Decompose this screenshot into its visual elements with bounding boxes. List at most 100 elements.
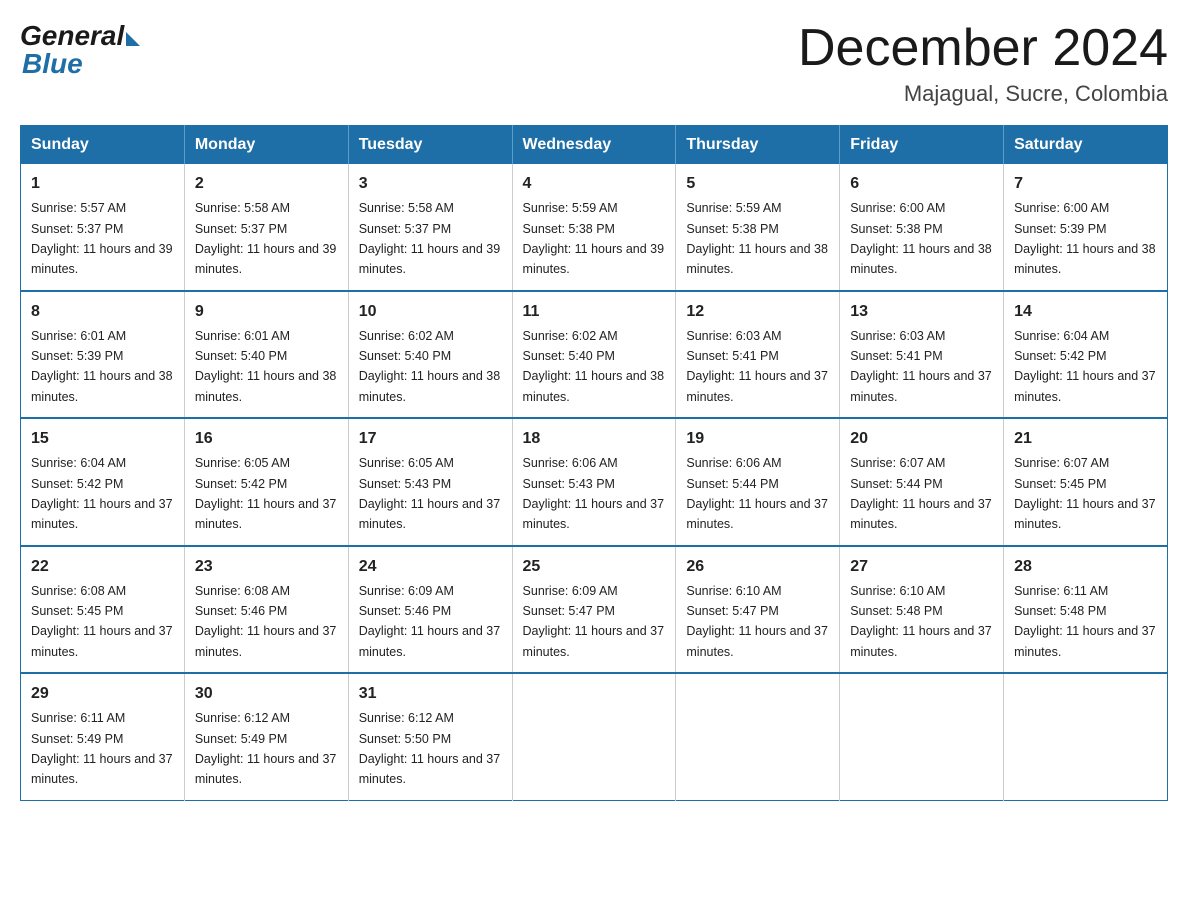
day-info: Sunrise: 6:09 AMSunset: 5:47 PMDaylight:… <box>523 584 665 659</box>
day-number: 22 <box>31 555 174 579</box>
calendar-cell: 10 Sunrise: 6:02 AMSunset: 5:40 PMDayligh… <box>348 291 512 419</box>
day-number: 23 <box>195 555 338 579</box>
day-info: Sunrise: 6:04 AMSunset: 5:42 PMDaylight:… <box>31 456 173 531</box>
day-number: 6 <box>850 172 993 196</box>
day-number: 11 <box>523 300 666 324</box>
day-info: Sunrise: 6:12 AMSunset: 5:50 PMDaylight:… <box>359 711 501 786</box>
header-saturday: Saturday <box>1004 126 1168 165</box>
day-number: 10 <box>359 300 502 324</box>
day-number: 16 <box>195 427 338 451</box>
day-number: 24 <box>359 555 502 579</box>
day-info: Sunrise: 5:57 AMSunset: 5:37 PMDaylight:… <box>31 201 173 276</box>
calendar-cell: 14Sunrise: 6:04 AMSunset: 5:42 PMDayligh… <box>1004 291 1168 419</box>
day-info: Sunrise: 6:02 AMSunset: 5:40 PMDaylight:… <box>359 329 501 404</box>
calendar-cell: 25 Sunrise: 6:09 AMSunset: 5:47 PMDayligh… <box>512 546 676 674</box>
day-info: Sunrise: 6:00 AMSunset: 5:38 PMDaylight:… <box>850 201 992 276</box>
day-info: Sunrise: 6:06 AMSunset: 5:44 PMDaylight:… <box>686 456 828 531</box>
day-info: Sunrise: 6:01 AMSunset: 5:40 PMDaylight:… <box>195 329 337 404</box>
month-title: December 2024 <box>798 20 1168 77</box>
day-number: 17 <box>359 427 502 451</box>
day-info: Sunrise: 6:10 AMSunset: 5:47 PMDaylight:… <box>686 584 828 659</box>
day-info: Sunrise: 6:08 AMSunset: 5:46 PMDaylight:… <box>195 584 337 659</box>
calendar-cell: 19 Sunrise: 6:06 AMSunset: 5:44 PMDayligh… <box>676 418 840 546</box>
day-number: 7 <box>1014 172 1157 196</box>
logo-arrow-icon <box>126 32 140 46</box>
day-info: Sunrise: 6:07 AMSunset: 5:44 PMDaylight:… <box>850 456 992 531</box>
calendar-cell: 22Sunrise: 6:08 AMSunset: 5:45 PMDayligh… <box>21 546 185 674</box>
day-number: 4 <box>523 172 666 196</box>
calendar-cell: 17 Sunrise: 6:05 AMSunset: 5:43 PMDayligh… <box>348 418 512 546</box>
day-number: 26 <box>686 555 829 579</box>
logo: General Blue <box>20 20 140 80</box>
week-row-3: 15 Sunrise: 6:04 AMSunset: 5:42 PMDayligh… <box>21 418 1168 546</box>
day-info: Sunrise: 6:03 AMSunset: 5:41 PMDaylight:… <box>686 329 828 404</box>
calendar-cell: 4 Sunrise: 5:59 AMSunset: 5:38 PMDaylight… <box>512 164 676 291</box>
calendar-cell <box>1004 673 1168 800</box>
day-info: Sunrise: 6:09 AMSunset: 5:46 PMDaylight:… <box>359 584 501 659</box>
day-info: Sunrise: 6:05 AMSunset: 5:42 PMDaylight:… <box>195 456 337 531</box>
calendar-cell: 5 Sunrise: 5:59 AMSunset: 5:38 PMDaylight… <box>676 164 840 291</box>
calendar-cell: 15 Sunrise: 6:04 AMSunset: 5:42 PMDayligh… <box>21 418 185 546</box>
day-number: 3 <box>359 172 502 196</box>
header-friday: Friday <box>840 126 1004 165</box>
day-info: Sunrise: 6:00 AMSunset: 5:39 PMDaylight:… <box>1014 201 1156 276</box>
day-number: 1 <box>31 172 174 196</box>
header-thursday: Thursday <box>676 126 840 165</box>
calendar-cell: 21Sunrise: 6:07 AMSunset: 5:45 PMDayligh… <box>1004 418 1168 546</box>
day-info: Sunrise: 5:59 AMSunset: 5:38 PMDaylight:… <box>686 201 828 276</box>
calendar-cell <box>840 673 1004 800</box>
day-number: 20 <box>850 427 993 451</box>
day-number: 31 <box>359 682 502 706</box>
calendar-cell: 30 Sunrise: 6:12 AMSunset: 5:49 PMDayligh… <box>184 673 348 800</box>
day-info: Sunrise: 5:58 AMSunset: 5:37 PMDaylight:… <box>195 201 337 276</box>
day-number: 5 <box>686 172 829 196</box>
day-info: Sunrise: 5:58 AMSunset: 5:37 PMDaylight:… <box>359 201 501 276</box>
day-number: 15 <box>31 427 174 451</box>
header-wednesday: Wednesday <box>512 126 676 165</box>
day-number: 18 <box>523 427 666 451</box>
day-info: Sunrise: 6:12 AMSunset: 5:49 PMDaylight:… <box>195 711 337 786</box>
day-number: 25 <box>523 555 666 579</box>
header-row: SundayMondayTuesdayWednesdayThursdayFrid… <box>21 126 1168 165</box>
day-info: Sunrise: 6:11 AMSunset: 5:48 PMDaylight:… <box>1014 584 1156 659</box>
calendar-cell <box>512 673 676 800</box>
day-info: Sunrise: 6:03 AMSunset: 5:41 PMDaylight:… <box>850 329 992 404</box>
day-number: 30 <box>195 682 338 706</box>
day-info: Sunrise: 6:10 AMSunset: 5:48 PMDaylight:… <box>850 584 992 659</box>
day-info: Sunrise: 6:04 AMSunset: 5:42 PMDaylight:… <box>1014 329 1156 404</box>
calendar-cell: 31 Sunrise: 6:12 AMSunset: 5:50 PMDayligh… <box>348 673 512 800</box>
day-number: 8 <box>31 300 174 324</box>
title-area: December 2024 Majagual, Sucre, Colombia <box>798 20 1168 107</box>
day-number: 19 <box>686 427 829 451</box>
calendar-cell: 9Sunrise: 6:01 AMSunset: 5:40 PMDaylight… <box>184 291 348 419</box>
day-number: 13 <box>850 300 993 324</box>
calendar-cell: 3 Sunrise: 5:58 AMSunset: 5:37 PMDaylight… <box>348 164 512 291</box>
calendar-cell: 6 Sunrise: 6:00 AMSunset: 5:38 PMDaylight… <box>840 164 1004 291</box>
calendar-cell: 12 Sunrise: 6:03 AMSunset: 5:41 PMDayligh… <box>676 291 840 419</box>
calendar-cell: 8 Sunrise: 6:01 AMSunset: 5:39 PMDaylight… <box>21 291 185 419</box>
calendar-cell: 28Sunrise: 6:11 AMSunset: 5:48 PMDayligh… <box>1004 546 1168 674</box>
logo-blue-text: Blue <box>20 48 83 80</box>
day-number: 27 <box>850 555 993 579</box>
calendar-cell: 20 Sunrise: 6:07 AMSunset: 5:44 PMDayligh… <box>840 418 1004 546</box>
day-info: Sunrise: 6:01 AMSunset: 5:39 PMDaylight:… <box>31 329 173 404</box>
day-number: 29 <box>31 682 174 706</box>
calendar-cell: 7 Sunrise: 6:00 AMSunset: 5:39 PMDaylight… <box>1004 164 1168 291</box>
calendar-cell: 26 Sunrise: 6:10 AMSunset: 5:47 PMDayligh… <box>676 546 840 674</box>
day-info: Sunrise: 5:59 AMSunset: 5:38 PMDaylight:… <box>523 201 665 276</box>
day-number: 2 <box>195 172 338 196</box>
calendar-cell: 11Sunrise: 6:02 AMSunset: 5:40 PMDayligh… <box>512 291 676 419</box>
calendar-cell: 29 Sunrise: 6:11 AMSunset: 5:49 PMDayligh… <box>21 673 185 800</box>
day-info: Sunrise: 6:06 AMSunset: 5:43 PMDaylight:… <box>523 456 665 531</box>
day-info: Sunrise: 6:07 AMSunset: 5:45 PMDaylight:… <box>1014 456 1156 531</box>
calendar-cell: 2 Sunrise: 5:58 AMSunset: 5:37 PMDaylight… <box>184 164 348 291</box>
calendar-cell: 24 Sunrise: 6:09 AMSunset: 5:46 PMDayligh… <box>348 546 512 674</box>
day-info: Sunrise: 6:11 AMSunset: 5:49 PMDaylight:… <box>31 711 173 786</box>
calendar-cell: 23 Sunrise: 6:08 AMSunset: 5:46 PMDayligh… <box>184 546 348 674</box>
calendar-cell <box>676 673 840 800</box>
week-row-4: 22Sunrise: 6:08 AMSunset: 5:45 PMDayligh… <box>21 546 1168 674</box>
calendar-cell: 1 Sunrise: 5:57 AMSunset: 5:37 PMDaylight… <box>21 164 185 291</box>
location-title: Majagual, Sucre, Colombia <box>798 81 1168 107</box>
day-number: 12 <box>686 300 829 324</box>
day-info: Sunrise: 6:05 AMSunset: 5:43 PMDaylight:… <box>359 456 501 531</box>
